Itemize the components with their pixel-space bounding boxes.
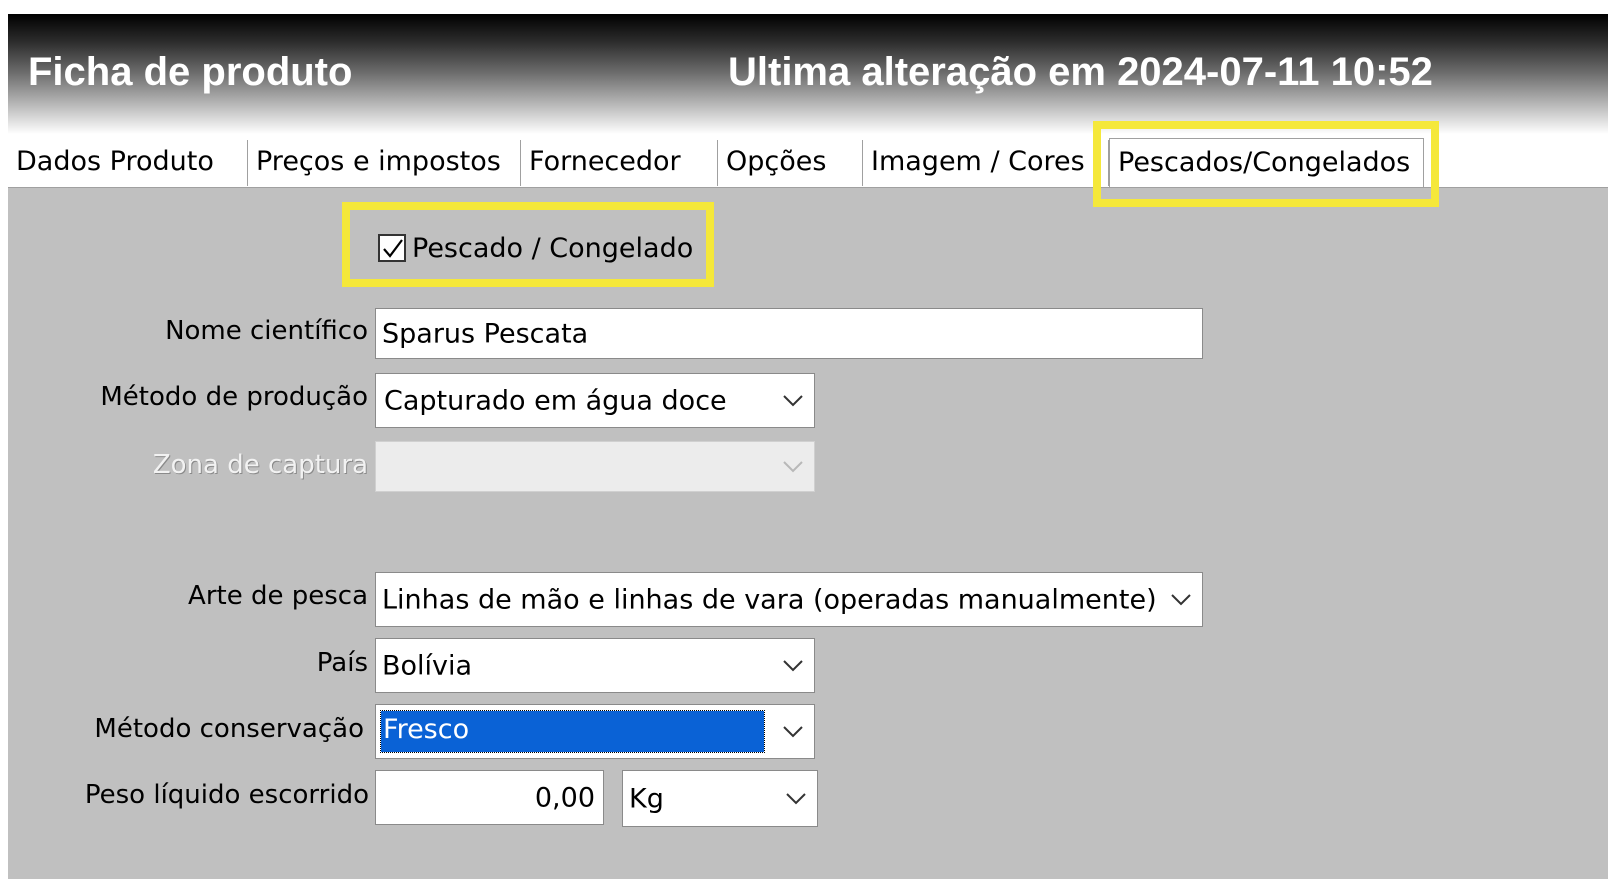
- tab-fornecedor[interactable]: Fornecedor: [521, 140, 718, 186]
- arte-pesca-select[interactable]: Linhas de mão e linhas de vara (operadas…: [375, 572, 1203, 627]
- metodo-conservacao-value: Fresco: [380, 710, 765, 753]
- arte-pesca-value: Linhas de mão e linhas de vara (operadas…: [382, 584, 1157, 615]
- zona-captura-label: Zona de captura: [152, 450, 368, 480]
- pescado-checkbox-row[interactable]: Pescado / Congelado: [378, 228, 693, 268]
- product-sheet-window: Ficha de produto Ultima alteração em 202…: [8, 14, 1608, 879]
- chevron-down-icon[interactable]: [782, 659, 804, 673]
- nome-cientifico-label: Nome científico: [165, 316, 368, 346]
- chevron-down-icon: [783, 460, 803, 472]
- last-modified-text: Ultima alteração em 2024-07-11 10:52: [728, 50, 1433, 94]
- peso-liquido-value: 0,00: [534, 782, 595, 813]
- pescado-checkbox[interactable]: [378, 234, 406, 262]
- tab-dados-produto[interactable]: Dados Produto: [8, 140, 248, 186]
- chevron-down-icon[interactable]: [785, 792, 807, 806]
- tab-imagem-cores[interactable]: Imagem / Cores: [863, 140, 1109, 186]
- tab-opcoes[interactable]: Opções: [718, 140, 863, 186]
- metodo-conservacao-label: Método conservação: [94, 714, 364, 744]
- chevron-down-icon[interactable]: [1170, 593, 1192, 607]
- metodo-producao-select[interactable]: Capturado em água doce: [375, 373, 815, 428]
- header-bar: Ficha de produto Ultima alteração em 202…: [8, 14, 1608, 134]
- nome-cientifico-input[interactable]: Sparus Pescata: [375, 308, 1203, 359]
- tab-pescados-congelados[interactable]: Pescados/Congelados: [1109, 138, 1424, 187]
- pais-value: Bolívia: [382, 650, 473, 681]
- check-icon: [383, 239, 403, 258]
- zona-captura-select: [375, 441, 815, 492]
- tab-bar: Dados Produto Preços e impostos Forneced…: [8, 134, 1608, 188]
- tab-precos-impostos[interactable]: Preços e impostos: [248, 140, 521, 186]
- arte-pesca-label: Arte de pesca: [188, 581, 368, 611]
- pais-select[interactable]: Bolívia: [375, 638, 815, 693]
- unit-value: Kg: [629, 783, 664, 814]
- page-title: Ficha de produto: [28, 50, 353, 94]
- pais-label: País: [316, 648, 368, 678]
- metodo-producao-label: Método de produção: [100, 382, 368, 412]
- metodo-producao-value: Capturado em água doce: [384, 385, 727, 416]
- chevron-down-icon[interactable]: [782, 725, 804, 739]
- pescado-checkbox-label: Pescado / Congelado: [412, 232, 694, 264]
- metodo-conservacao-select[interactable]: Fresco: [375, 704, 815, 759]
- chevron-down-icon[interactable]: [782, 394, 804, 408]
- unit-select[interactable]: Kg: [622, 770, 818, 827]
- nome-cientifico-value: Sparus Pescata: [382, 318, 589, 349]
- peso-liquido-input[interactable]: 0,00: [375, 770, 604, 825]
- peso-liquido-label: Peso líquido escorrido: [84, 780, 369, 810]
